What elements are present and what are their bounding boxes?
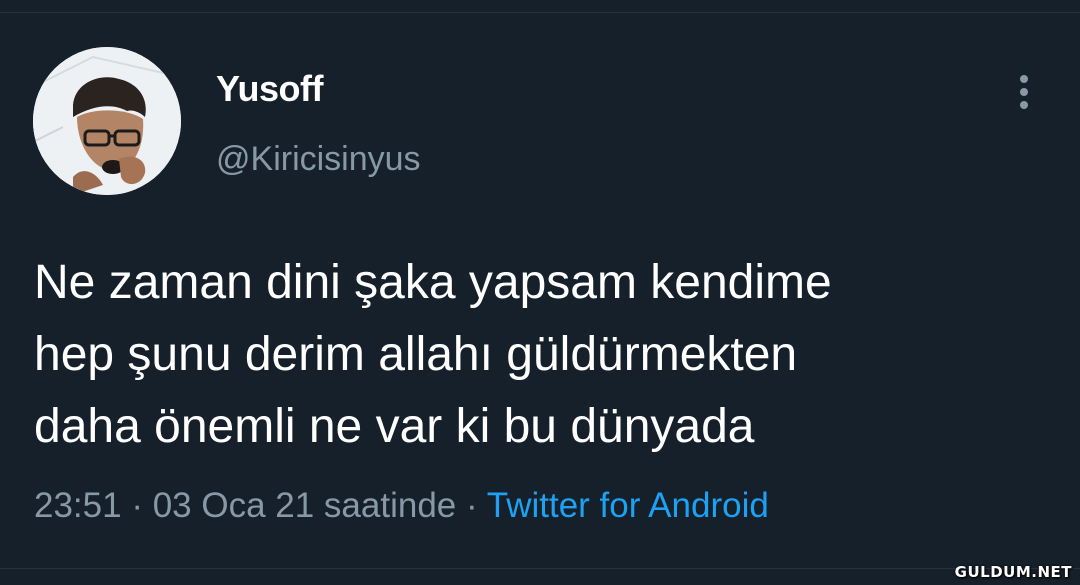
meta-separator: ·	[456, 486, 487, 525]
more-dot	[1020, 101, 1028, 109]
avatar-photo	[33, 47, 181, 195]
bottom-divider	[0, 568, 1080, 569]
tweet-text-line: daha önemli ne var ki bu dünyada	[34, 400, 755, 453]
display-name[interactable]: Yusoff	[216, 68, 324, 110]
avatar[interactable]	[33, 47, 181, 195]
more-options-icon[interactable]	[1008, 70, 1040, 114]
tweet-text-line: Ne zaman dini şaka yapsam kendime	[34, 256, 832, 309]
tweet-text-line: hep şunu derim allahı güldürmekten	[34, 328, 798, 381]
tweet-source-link[interactable]: Twitter for Android	[487, 486, 769, 525]
tweet-time[interactable]: 23:51	[34, 486, 122, 525]
more-dot	[1020, 88, 1028, 96]
tweet-text: Ne zaman dini şaka yapsam kendime hep şu…	[34, 247, 1064, 463]
tweet-date[interactable]: 03 Oca 21 saatinde	[153, 486, 457, 525]
tweet-meta: 23:51 · 03 Oca 21 saatinde · Twitter for…	[34, 486, 769, 526]
meta-separator: ·	[121, 486, 153, 525]
top-divider	[0, 12, 1080, 13]
user-handle[interactable]: @Kiricisinyus	[216, 140, 421, 179]
more-dot	[1020, 75, 1028, 83]
watermark: GULDUM.NET	[954, 563, 1072, 581]
tweet-screenshot: Yusoff @Kiricisinyus Ne zaman dini şaka …	[0, 0, 1080, 585]
